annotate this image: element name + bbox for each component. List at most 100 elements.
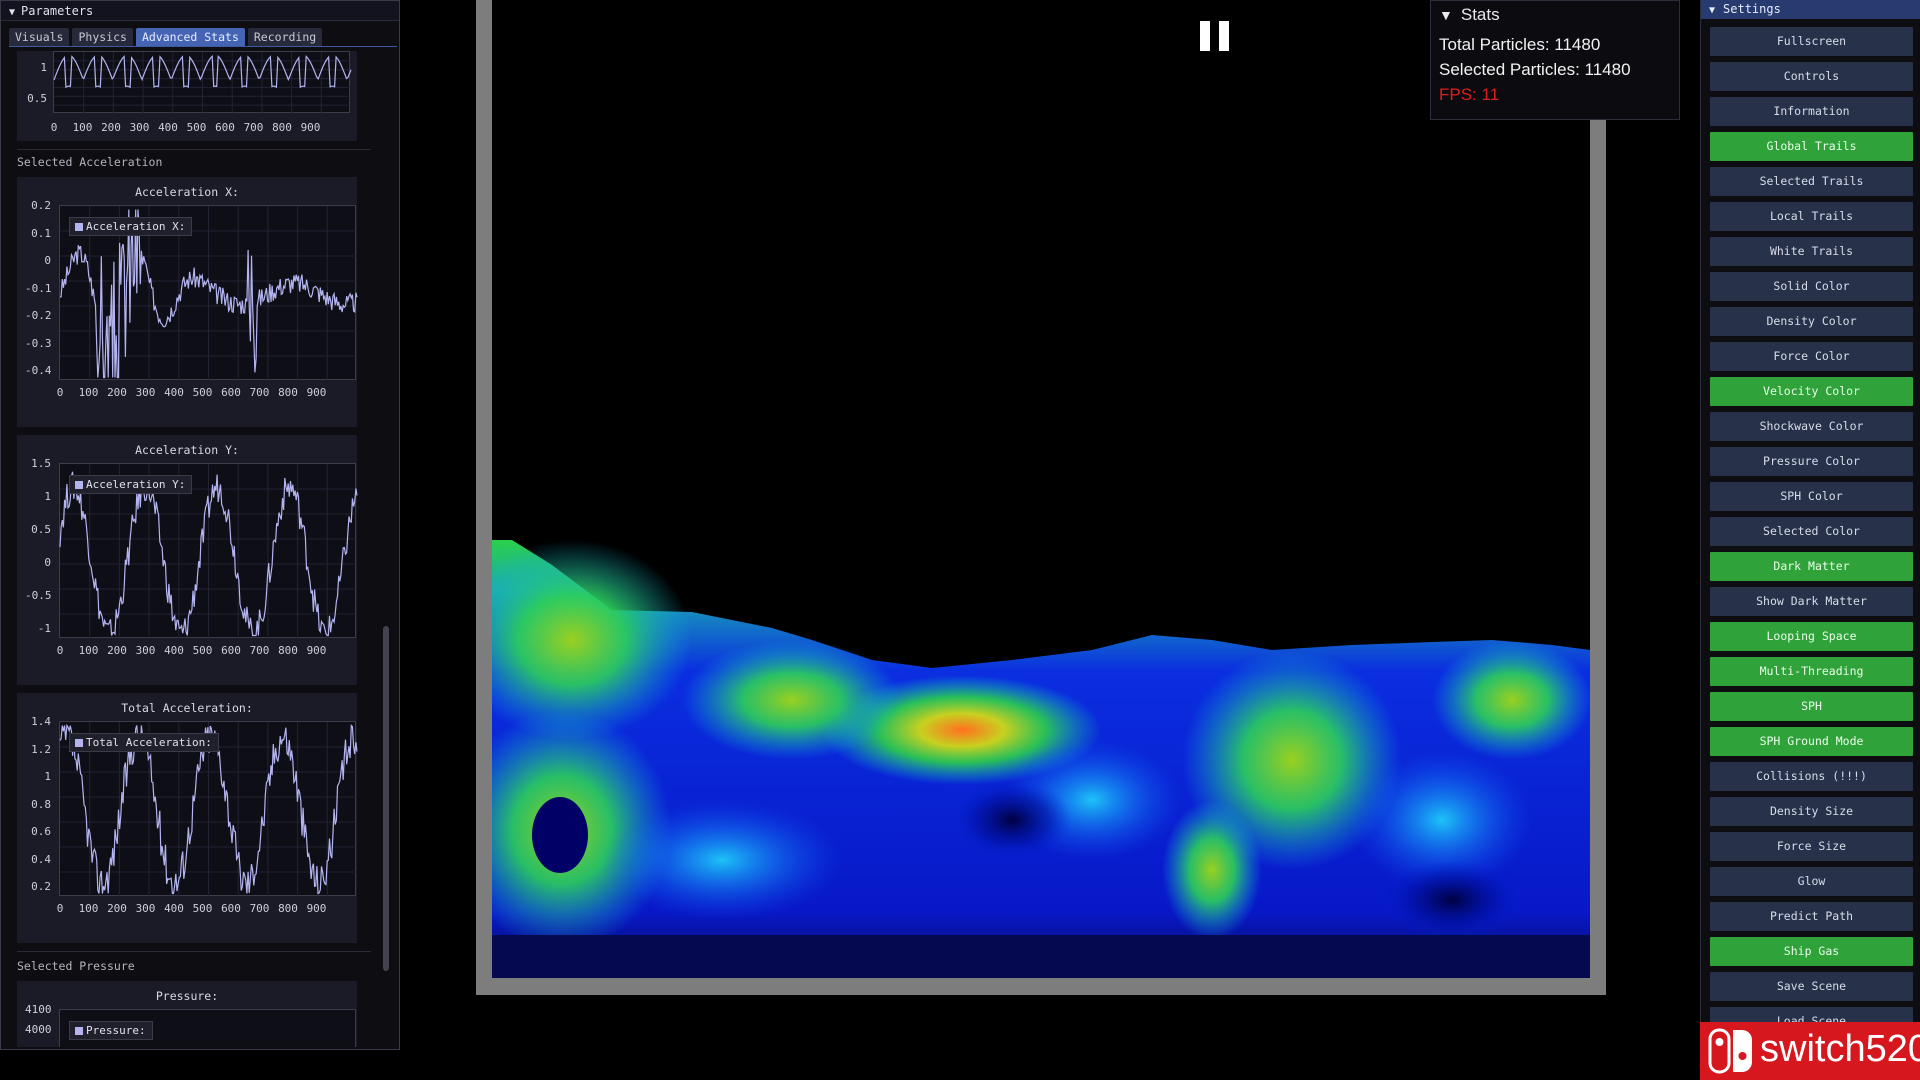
- toggle-sph-ground-mode[interactable]: SPH Ground Mode: [1710, 727, 1913, 756]
- x-tick: 600: [215, 121, 235, 134]
- stats-header[interactable]: ▼ Stats: [1439, 5, 1500, 25]
- x-tick: 700: [249, 902, 270, 915]
- stats-title: Stats: [1460, 5, 1500, 24]
- scrollbar-thumb[interactable]: [383, 626, 389, 971]
- section-selected-acceleration: Selected Acceleration: [17, 155, 163, 169]
- pause-icon[interactable]: [1200, 21, 1230, 51]
- toggle-show-dark-matter[interactable]: Show Dark Matter: [1710, 587, 1913, 616]
- legend-swatch: [75, 481, 83, 489]
- x-tick: 500: [192, 386, 213, 399]
- parameters-header[interactable]: ▼ Parameters: [1, 1, 399, 21]
- x-tick: 300: [129, 121, 150, 134]
- legend-swatch: [75, 739, 83, 747]
- settings-panel: ▼ Settings Fullscreen Controls Information G…: [1700, 0, 1920, 1080]
- simulation-viewport[interactable]: [492, 0, 1590, 978]
- toggle-global-trails[interactable]: Global Trails: [1710, 132, 1913, 161]
- toggle-controls[interactable]: Controls: [1710, 62, 1913, 91]
- toggle-force-color[interactable]: Force Color: [1710, 342, 1913, 371]
- legend-swatch: [75, 223, 83, 231]
- toggle-multi-threading[interactable]: Multi-Threading: [1710, 657, 1913, 686]
- y-tick: 0.5: [31, 523, 51, 536]
- y-tick: 0.5: [27, 92, 47, 105]
- toggle-pressure-color[interactable]: Pressure Color: [1710, 447, 1913, 476]
- toggle-local-trails[interactable]: Local Trails: [1710, 202, 1913, 231]
- x-tick: 800: [272, 121, 292, 134]
- x-tick: 400: [164, 644, 184, 657]
- toggle-ship-gas[interactable]: Ship Gas: [1710, 937, 1913, 966]
- toggle-force-size[interactable]: Force Size: [1710, 832, 1913, 861]
- y-tick: 0.2: [31, 880, 51, 893]
- x-tick: 700: [249, 644, 270, 657]
- toggle-velocity-color[interactable]: Velocity Color: [1710, 377, 1913, 406]
- divider: [17, 951, 371, 952]
- plot-acceleration-y: Acceleration Y: Acceleration Y: 1.5 1 0.5 0 -0…: [17, 435, 358, 685]
- x-tick: 400: [164, 902, 184, 915]
- x-tick: 800: [278, 644, 298, 657]
- plot-title: Total Acceleration:: [121, 701, 253, 715]
- toggle-selected-color[interactable]: Selected Color: [1710, 517, 1913, 546]
- y-tick: -0.4: [25, 364, 52, 377]
- toggle-selected-trails[interactable]: Selected Trails: [1710, 167, 1913, 196]
- toggle-shockwave-color[interactable]: Shockwave Color: [1710, 412, 1913, 441]
- total-particles: Total Particles: 11480: [1439, 35, 1601, 54]
- dark-swirl-2: [1382, 860, 1522, 940]
- x-tick: 100: [78, 644, 99, 657]
- toggle-white-trails[interactable]: White Trails: [1710, 237, 1913, 266]
- x-tick: 900: [306, 902, 327, 915]
- y-tick: -0.3: [25, 336, 52, 350]
- toggle-glow[interactable]: Glow: [1710, 867, 1913, 896]
- y-tick: -0.5: [25, 589, 52, 602]
- plot-legend[interactable]: Total Acceleration:: [69, 733, 219, 752]
- toggle-information[interactable]: Information: [1710, 97, 1913, 126]
- x-tick: 500: [192, 644, 213, 657]
- legend-label: Acceleration X:: [86, 220, 186, 233]
- plot-pressure: Pressure: Pressure: 4100 4000: [17, 981, 357, 1047]
- toggle-solid-color[interactable]: Solid Color: [1710, 272, 1913, 301]
- settings-header[interactable]: ▼ Settings: [1701, 0, 1920, 19]
- x-tick: 400: [164, 386, 184, 399]
- plot-legend[interactable]: Acceleration Y:: [69, 475, 193, 494]
- collapse-triangle-icon[interactable]: ▼: [1709, 5, 1715, 16]
- collapse-triangle-icon[interactable]: ▼: [1439, 7, 1453, 23]
- x-tick: 900: [306, 644, 327, 657]
- fluid-field: [492, 540, 1590, 978]
- section-selected-pressure: Selected Pressure: [17, 959, 135, 973]
- watermark: switch520: [1700, 1022, 1920, 1080]
- toggle-collisions[interactable]: Collisions (!!!): [1710, 762, 1913, 791]
- plot-top-line: [53, 52, 352, 114]
- x-tick: 900: [300, 121, 321, 134]
- y-tick: 1: [44, 770, 51, 783]
- surface-right: [1432, 640, 1590, 760]
- y-tick: -0.1: [25, 281, 52, 295]
- plot-legend[interactable]: Pressure:: [69, 1021, 153, 1040]
- y-tick: 0.2: [31, 199, 51, 212]
- simulation-frame: [476, 0, 1606, 995]
- legend-swatch: [75, 1027, 83, 1035]
- tab-physics[interactable]: Physics: [72, 28, 133, 46]
- toggle-save-scene[interactable]: Save Scene: [1710, 972, 1913, 1001]
- toggle-looping-space[interactable]: Looping Space: [1710, 622, 1913, 651]
- toggle-sph[interactable]: SPH: [1710, 692, 1913, 721]
- x-tick: 300: [135, 386, 156, 399]
- y-tick: -0.2: [25, 309, 52, 322]
- toggle-sph-color[interactable]: SPH Color: [1710, 482, 1913, 511]
- toggle-predict-path[interactable]: Predict Path: [1710, 902, 1913, 931]
- plot-title: Pressure:: [155, 989, 219, 1003]
- collapse-triangle-icon[interactable]: ▼: [9, 3, 15, 23]
- tab-recording[interactable]: Recording: [247, 28, 323, 46]
- toggle-density-color[interactable]: Density Color: [1710, 307, 1913, 336]
- y-tick: -1: [37, 622, 51, 635]
- tab-visuals[interactable]: Visuals: [9, 28, 70, 46]
- toggle-density-size[interactable]: Density Size: [1710, 797, 1913, 826]
- parameters-title: Parameters: [21, 4, 94, 18]
- y-tick: 0.8: [31, 797, 51, 811]
- legend-label: Acceleration Y:: [86, 478, 186, 491]
- x-tick: 0: [50, 121, 58, 134]
- x-tick: 0: [56, 644, 64, 657]
- x-tick: 100: [72, 121, 93, 134]
- tab-advanced-stats[interactable]: Advanced Stats: [135, 28, 245, 46]
- dark-swirl: [952, 780, 1072, 860]
- toggle-dark-matter[interactable]: Dark Matter: [1710, 552, 1913, 581]
- plot-legend[interactable]: Acceleration X:: [69, 217, 193, 236]
- toggle-fullscreen[interactable]: Fullscreen: [1710, 27, 1913, 56]
